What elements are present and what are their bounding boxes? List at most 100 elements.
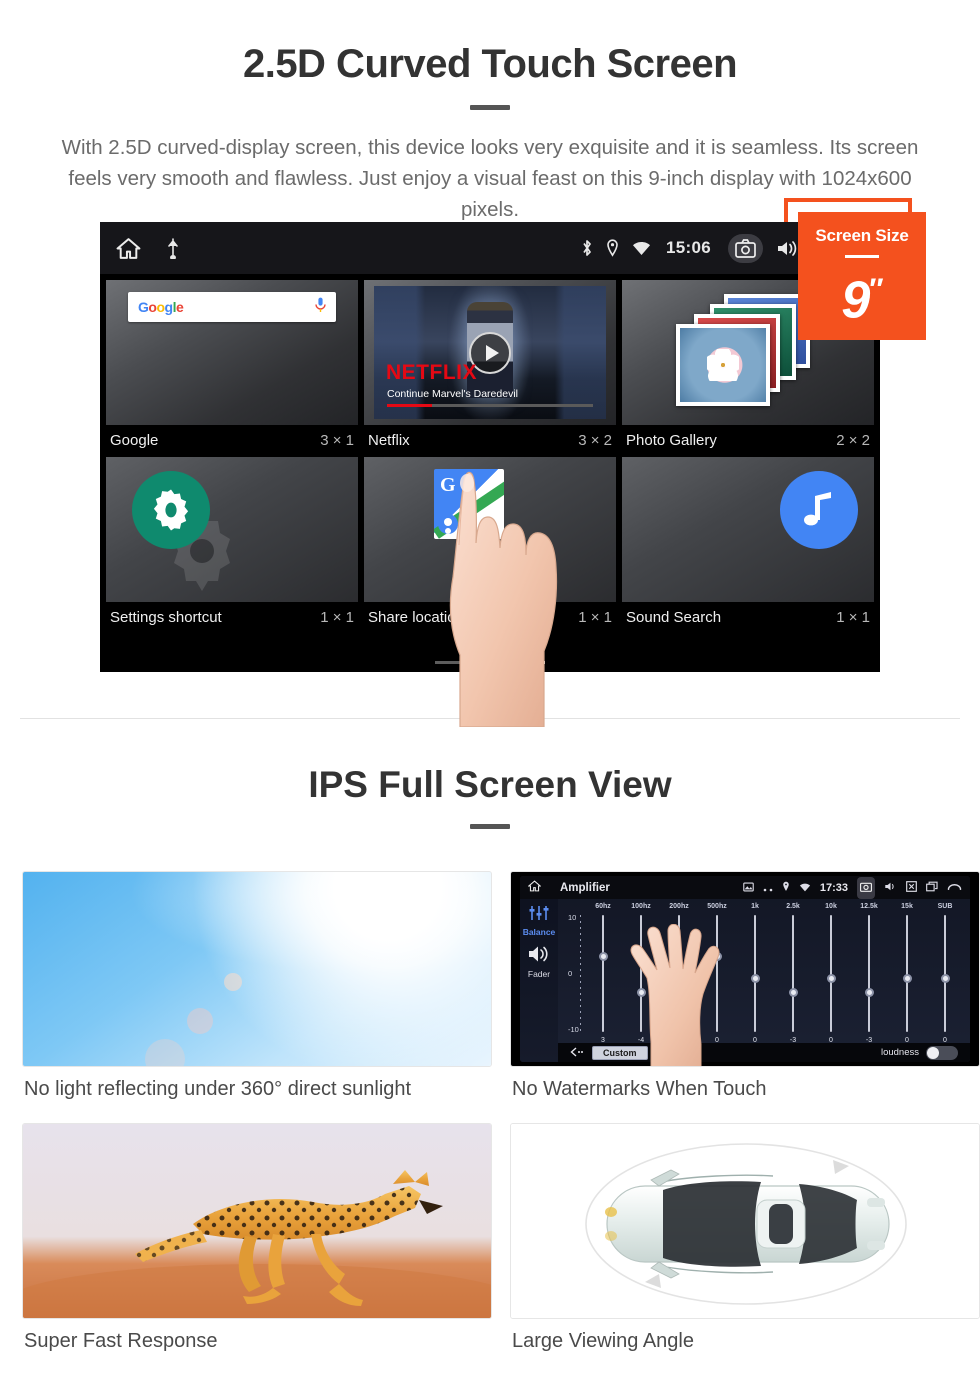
previous-icon[interactable]	[570, 1044, 584, 1062]
widget-netflix[interactable]: NETFLIX Continue Marvel's Daredevil Netf…	[364, 280, 616, 457]
running-cheetah-image	[23, 1124, 491, 1318]
widget-sound-search-preview[interactable]	[622, 457, 874, 602]
feature-card-watermarks: Amplifier 17:33 Balance Fader 60hz 100hz…	[510, 871, 980, 1101]
widget-netflix-caption: Netflix 3 × 2	[364, 425, 616, 457]
microphone-icon[interactable]	[315, 297, 326, 318]
widget-size: 3 × 2	[578, 432, 612, 449]
blue-sky-image	[23, 872, 491, 1066]
widget-size: 2 × 2	[836, 432, 870, 449]
curved-touch-screen-section: 2.5D Curved Touch Screen With 2.5D curve…	[0, 0, 980, 728]
home-icon[interactable]	[527, 879, 542, 897]
badge-body: Screen Size 9″	[798, 212, 926, 340]
lens-flare-3	[144, 1038, 185, 1066]
badge-label: Screen Size	[815, 226, 909, 245]
camera-icon[interactable]	[728, 233, 763, 263]
lens-flare-1	[224, 972, 243, 991]
amplifier-footer: Custom loudness	[558, 1043, 970, 1062]
eq-axis-ticks	[580, 915, 581, 1032]
sliders-icon[interactable]	[520, 905, 558, 926]
widget-share-location-preview[interactable]: G	[364, 457, 616, 602]
page-dot-1[interactable]	[435, 661, 465, 664]
netflix-subtitle: Continue Marvel's Daredevil	[387, 388, 518, 400]
eq-slider[interactable]	[584, 915, 622, 1032]
widget-google[interactable]: Google Google 3 × 1	[106, 280, 358, 457]
status-bar-left	[116, 237, 179, 260]
widget-row-1: Google Google 3 × 1 NETFLIX Continue Mar…	[106, 280, 874, 457]
widget-size: 1 × 1	[320, 609, 354, 626]
widget-settings-shortcut[interactable]: Settings shortcut 1 × 1	[106, 457, 358, 634]
screen-size-badge: Screen Size 9″	[784, 198, 944, 358]
close-icon[interactable]	[906, 879, 917, 897]
page-indicator[interactable]	[100, 661, 880, 664]
eq-band-label: 100hz	[631, 903, 651, 910]
feature-card-sunlight: No light reflecting under 360° direct su…	[22, 871, 492, 1101]
widget-sound-search[interactable]: Sound Search 1 × 1	[622, 457, 874, 634]
eq-slider[interactable]	[926, 915, 964, 1032]
balance-label[interactable]: Balance	[520, 927, 558, 937]
section2-title: IPS Full Screen View	[308, 764, 672, 805]
eq-band-label: 10k	[825, 903, 837, 910]
feature-caption: No Watermarks When Touch	[512, 1078, 767, 1100]
progress-bar	[387, 404, 593, 407]
location-icon	[782, 879, 790, 897]
widget-name: Share location	[368, 609, 464, 626]
page-dot-3-active[interactable]	[515, 661, 545, 664]
badge-unit: ″	[869, 273, 883, 306]
google-search-bar[interactable]: Google	[128, 292, 336, 322]
camera-icon[interactable]	[857, 876, 875, 899]
back-icon[interactable]	[947, 879, 962, 897]
music-note-icon	[780, 471, 858, 549]
usb-icon[interactable]	[167, 237, 179, 259]
recents-icon[interactable]	[926, 879, 938, 897]
netflix-thumbnail: NETFLIX Continue Marvel's Daredevil	[374, 286, 606, 419]
status-bar: 15:06	[100, 222, 880, 274]
loudness-control[interactable]: loudness	[881, 1045, 958, 1060]
widget-name: Netflix	[368, 432, 410, 449]
speaker-icon[interactable]	[520, 945, 558, 968]
eq-band-label: 15k	[901, 903, 913, 910]
widget-settings-caption: Settings shortcut 1 × 1	[106, 602, 358, 634]
amplifier-image-frame: Amplifier 17:33 Balance Fader 60hz 100hz…	[510, 871, 980, 1067]
page-dot-2[interactable]	[475, 661, 505, 664]
eq-axis-min: -10	[568, 1025, 579, 1034]
eq-axis-mid: 0	[568, 968, 573, 978]
android-head-unit-screen: 15:06 Google Google 3 × 1 NETFLIX Contin…	[100, 222, 880, 672]
volume-icon[interactable]	[776, 239, 798, 258]
eq-band-label: 500hz	[707, 903, 727, 910]
eq-slider[interactable]	[812, 915, 850, 1032]
volume-icon[interactable]	[884, 879, 897, 897]
eq-axis-max: 10	[568, 913, 577, 922]
widget-settings-preview[interactable]	[106, 457, 358, 602]
widget-size: 1 × 1	[836, 609, 870, 626]
home-icon[interactable]	[116, 237, 141, 260]
eq-slider[interactable]	[850, 915, 888, 1032]
widget-netflix-preview[interactable]: NETFLIX Continue Marvel's Daredevil	[364, 280, 616, 425]
widget-picker-grid: Google Google 3 × 1 NETFLIX Continue Mar…	[100, 274, 880, 634]
eq-band-label: 1k	[751, 903, 759, 910]
wifi-icon	[799, 879, 811, 897]
feature-caption: Large Viewing Angle	[512, 1330, 694, 1352]
feature-card-viewing-angle: Large Viewing Angle	[510, 1123, 980, 1353]
amplifier-title: Amplifier	[560, 881, 610, 894]
gallery-icon	[743, 879, 754, 897]
feature-card-response: Super Fast Response	[22, 1123, 492, 1353]
photo-frame-front	[676, 324, 770, 406]
eq-slider[interactable]	[736, 915, 774, 1032]
bluetooth-icon	[581, 239, 593, 257]
widget-sound-search-caption: Sound Search 1 × 1	[622, 602, 874, 634]
title-underline	[470, 105, 510, 110]
feature-cards-grid: No light reflecting under 360° direct su…	[0, 829, 980, 1353]
maps-g-letter: G	[440, 474, 456, 496]
amplifier-clock: 17:33	[819, 881, 848, 894]
widget-row-2: Settings shortcut 1 × 1 G Share location	[106, 457, 874, 634]
eq-slider[interactable]	[888, 915, 926, 1032]
open-hand-illustration	[623, 923, 741, 1066]
fader-label[interactable]: Fader	[520, 969, 558, 979]
section-divider	[20, 718, 960, 719]
eq-band-labels: 60hz 100hz 200hz 500hz 1k 2.5k 10k 12.5k…	[558, 899, 970, 910]
eq-band-label: SUB	[937, 903, 953, 910]
widget-share-location[interactable]: G Share location 1 × 1	[364, 457, 616, 634]
eq-slider[interactable]	[774, 915, 812, 1032]
widget-google-preview[interactable]: Google	[106, 280, 358, 425]
loudness-toggle[interactable]	[926, 1045, 958, 1060]
